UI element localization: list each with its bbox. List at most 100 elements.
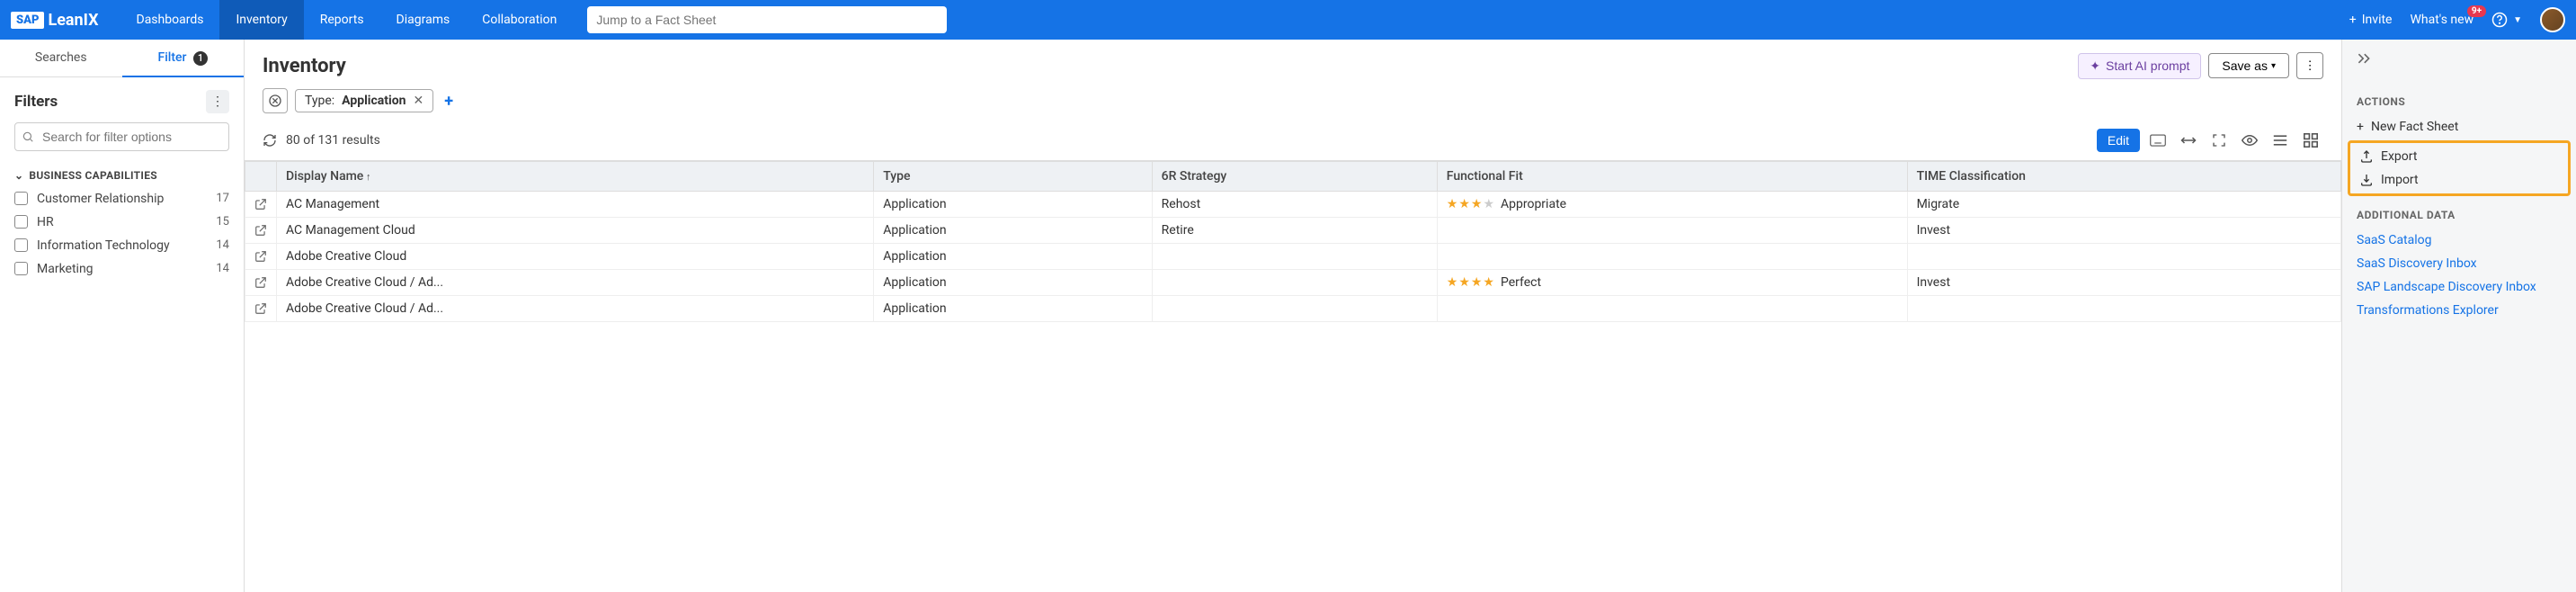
results-count: 80 of 131 results [286,133,380,148]
refresh-button[interactable] [263,133,277,148]
transformations-link[interactable]: Transformations Explorer [2357,299,2562,322]
chip-prefix: Type: [305,94,334,108]
cell-strat [1152,296,1437,322]
filter-option[interactable]: Marketing 14 [0,257,244,281]
collapse-panel-button[interactable] [2357,52,2371,65]
checkbox[interactable] [14,192,28,205]
filter-chips: Type: Application ✕ + [245,88,2341,122]
export-import-highlight: Export Import [2348,140,2571,196]
filter-chip[interactable]: Type: Application ✕ [295,89,433,112]
cell-time [1907,296,2340,322]
filter-search-input[interactable] [14,122,229,151]
filter-option[interactable]: Customer Relationship 17 [0,187,244,211]
main-content: Inventory ✦ Start AI prompt Save as ▾ ⋮ [245,40,2342,592]
nav-inventory[interactable]: Inventory [219,0,303,40]
plus-icon: + [444,92,453,111]
sap-landscape-link[interactable]: SAP Landscape Discovery Inbox [2357,275,2562,299]
ai-prompt-button[interactable]: ✦ Start AI prompt [2078,53,2201,79]
table-row[interactable]: Adobe Creative Cloud / Ad...Application [245,296,2341,322]
logo[interactable]: SAP LeanIX [11,11,99,30]
more-button[interactable]: ⋮ [2296,52,2323,79]
help-button[interactable]: ▼ [2491,12,2522,28]
saas-catalog-link[interactable]: SaaS Catalog [2357,229,2562,252]
invite-label: Invite [2362,13,2393,27]
new-fact-sheet-button[interactable]: + New Fact Sheet [2357,115,2562,139]
checkbox[interactable] [14,215,28,229]
fact-sheet-search-input[interactable] [587,6,947,33]
fit-label: Perfect [1501,275,1541,290]
invite-button[interactable]: + Invite [2349,13,2393,27]
fullscreen-button[interactable] [2206,128,2232,153]
cell-time: Migrate [1907,192,2340,218]
ai-prompt-label: Start AI prompt [2106,58,2189,73]
cell-functional-fit [1437,244,1907,270]
open-fact-sheet-button[interactable] [245,244,277,270]
open-fact-sheet-button[interactable] [245,270,277,296]
open-fact-sheet-button[interactable] [245,218,277,244]
fit-width-button[interactable] [2176,128,2201,153]
col-time-classification[interactable]: TIME Classification [1907,162,2340,192]
chip-remove-icon[interactable]: ✕ [414,94,424,108]
open-fact-sheet-button[interactable] [245,192,277,218]
col-display-name[interactable]: Display Name [277,162,874,192]
edit-button[interactable]: Edit [2097,129,2140,152]
cell-time: Invest [1907,218,2340,244]
new-fact-sheet-label: New Fact Sheet [2371,120,2458,134]
table-row[interactable]: AC Management CloudApplicationRetireInve… [245,218,2341,244]
tab-searches[interactable]: Searches [0,40,122,76]
filters-menu-button[interactable]: ⋮ [206,90,229,113]
grid-view-button[interactable] [2298,128,2323,153]
checkbox[interactable] [14,238,28,252]
col-type[interactable]: Type [874,162,1152,192]
filter-option[interactable]: HR 15 [0,211,244,234]
checkbox[interactable] [14,262,28,275]
keyboard-icon [2150,134,2166,147]
import-button[interactable]: Import [2350,168,2568,192]
filter-group-toggle[interactable]: ⌄ BUSINESS CAPABILITIES [0,164,244,187]
filter-option[interactable]: Information Technology 14 [0,234,244,257]
open-fact-sheet-button[interactable] [245,296,277,322]
saas-discovery-link[interactable]: SaaS Discovery Inbox [2357,252,2562,275]
nav-dashboards[interactable]: Dashboards [120,0,220,40]
sidebar: Searches Filter 1 Filters ⋮ ⌄ BUSINESS C… [0,40,245,592]
tab-filter[interactable]: Filter 1 [122,40,245,76]
chevron-down-icon: ⌄ [14,169,23,182]
list-icon [2273,134,2287,147]
keyboard-button[interactable] [2145,128,2170,153]
user-avatar[interactable] [2540,7,2565,32]
grid-icon [2304,133,2318,148]
add-filter-button[interactable]: + [441,92,457,111]
table-row[interactable]: AC ManagementApplicationRehost★★★★Approp… [245,192,2341,218]
additional-data-heading: ADDITIONAL DATA [2357,209,2562,221]
nav-reports[interactable]: Reports [304,0,380,40]
actions-heading: ACTIONS [2357,95,2562,108]
save-as-button[interactable]: Save as ▾ [2208,53,2289,78]
nav-diagrams[interactable]: Diagrams [380,0,467,40]
filter-option-label: Customer Relationship [37,192,216,206]
visibility-button[interactable] [2237,128,2262,153]
external-link-icon [254,198,267,211]
search-icon [22,130,34,143]
fit-label: Appropriate [1501,197,1566,211]
import-label: Import [2381,173,2419,187]
chip-value: Application [342,94,406,108]
col-functional-fit[interactable]: Functional Fit [1437,162,1907,192]
nav-collaboration[interactable]: Collaboration [466,0,573,40]
arrows-horizontal-icon [2180,134,2197,147]
table-row[interactable]: Adobe Creative CloudApplication [245,244,2341,270]
cell-type: Application [874,270,1152,296]
import-icon [2359,173,2374,187]
whats-new-button[interactable]: What's new 9+ [2410,13,2473,27]
cell-name: Adobe Creative Cloud / Ad... [277,296,874,322]
cell-functional-fit [1437,218,1907,244]
cell-type: Application [874,296,1152,322]
export-button[interactable]: Export [2350,145,2568,168]
filter-search [14,122,229,151]
cell-type: Application [874,244,1152,270]
cell-time [1907,244,2340,270]
col-6r-strategy[interactable]: 6R Strategy [1152,162,1437,192]
table-row[interactable]: Adobe Creative Cloud / Ad...Application★… [245,270,2341,296]
filter-option-count: 17 [216,192,229,205]
clear-filters-button[interactable] [263,88,288,113]
list-view-button[interactable] [2268,128,2293,153]
